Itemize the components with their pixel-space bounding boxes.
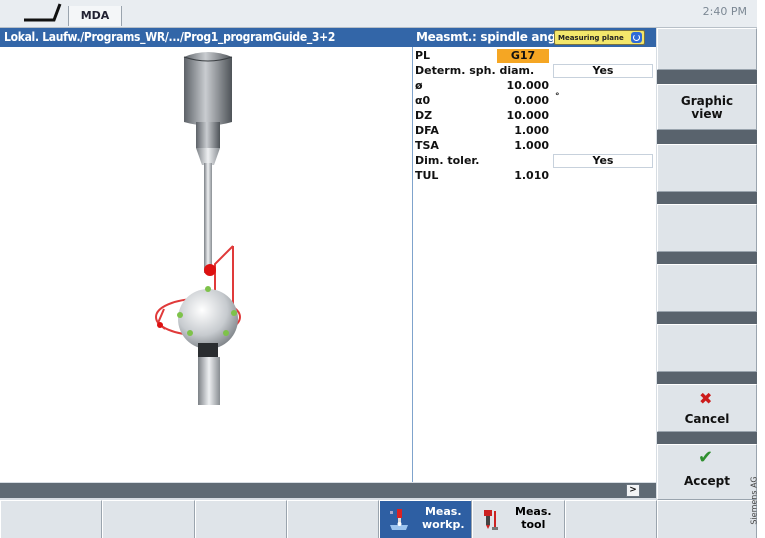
param-label: ø [415, 79, 423, 92]
softkey-separator [657, 130, 757, 144]
softkey-separator [657, 432, 757, 444]
param-row-tul: TUL 1.010 [413, 169, 656, 183]
meas-tool-button[interactable]: Meas. tool [472, 500, 565, 538]
clock: 2:40 PM [702, 5, 747, 18]
probe-holder [183, 52, 233, 273]
param-label: α0 [415, 94, 431, 107]
softkey-separator [657, 312, 757, 324]
softkey-bottom-7[interactable] [565, 500, 657, 538]
reference-point [157, 322, 163, 328]
param-label: Dim. toler. [415, 154, 480, 167]
tsa-field[interactable]: 1.000 [497, 139, 549, 153]
param-row-pl: PL G17 [413, 49, 656, 63]
calibration-sphere [178, 289, 238, 349]
softkey-right-6[interactable] [657, 324, 757, 372]
param-row-dz: DZ 10.000 [413, 109, 656, 123]
meas-tool-label: Meas. tool [515, 505, 552, 531]
hmi-screen: MDA 2:40 PM Lokal. Laufw./Programs_WR/..… [0, 0, 757, 538]
workpiece-probe-icon [390, 509, 408, 530]
softkey-separator [657, 252, 757, 264]
softkey-right-1[interactable] [657, 28, 757, 70]
sphere-stem [198, 343, 220, 405]
softkey-bottom-1[interactable] [0, 500, 102, 538]
cancel-label: Cancel [684, 412, 730, 426]
toggle-icon[interactable] [630, 32, 642, 43]
softkey-bottom-3[interactable] [195, 500, 287, 538]
meas-workpiece-label: Meas. workp. [422, 505, 465, 531]
cancel-icon: ✖ [699, 389, 713, 408]
accept-button[interactable]: ✔ Accept [657, 444, 757, 500]
tool-probe-icon [484, 510, 498, 530]
probe-illustration [155, 52, 241, 405]
param-label: TSA [415, 139, 439, 152]
dz-field[interactable]: 10.000 [497, 109, 549, 123]
softkey-bottom-4[interactable] [287, 500, 379, 538]
param-label: DFA [415, 124, 439, 137]
plane-value-field[interactable]: G17 [497, 49, 549, 63]
alpha-field[interactable]: 0.000 [497, 94, 549, 108]
softkey-separator [657, 192, 757, 204]
graphic-view-button[interactable]: Graphic view [657, 84, 757, 130]
tul-field[interactable]: 1.010 [497, 169, 549, 183]
param-row-sphere-diameter: Determ. sph. diam. Yes [413, 64, 656, 78]
param-label: TUL [415, 169, 439, 182]
diameter-field[interactable]: 10.000 [497, 79, 549, 93]
param-row-diameter: ø 10.000 [413, 79, 656, 93]
program-path: Lokal. Laufw./Programs_WR/.../Prog1_prog… [0, 28, 412, 47]
determ-diameter-toggle[interactable]: Yes [553, 64, 653, 78]
image-credit: Siemens AG [750, 470, 765, 538]
param-row-alpha: α0 0.000 ° [413, 92, 656, 108]
parameter-panel: PL G17 Determ. sph. diam. Yes ø 10.000 α… [413, 47, 656, 482]
credit-text: Siemens AG [749, 476, 759, 525]
softkey-separator [657, 372, 757, 384]
param-label: PL [415, 49, 431, 62]
softkey-right-5[interactable] [657, 264, 757, 312]
param-row-dfa: DFA 1.000 [413, 124, 656, 138]
dim-toler-toggle[interactable]: Yes [553, 154, 653, 168]
meas-workpiece-button[interactable]: Meas. workp. [379, 500, 472, 538]
status-bar [0, 483, 656, 498]
param-row-tsa: TSA 1.000 [413, 139, 656, 153]
measuring-plane-button[interactable]: Measuring plane [554, 30, 645, 45]
mode-tab-mda[interactable]: MDA [68, 6, 122, 26]
softkey-bottom-8[interactable] [657, 500, 757, 538]
probe-graphic [0, 47, 413, 482]
probe-tip-point [204, 264, 216, 276]
siemens-logo-icon [24, 3, 62, 22]
checkmark-icon: ✔ [698, 447, 714, 468]
softkey-bottom-2[interactable] [102, 500, 195, 538]
top-bar: MDA 2:40 PM [0, 0, 757, 28]
cancel-button[interactable]: ✖ Cancel [657, 384, 757, 432]
measuring-plane-label: Measuring plane [558, 34, 624, 42]
graphic-view-label: Graphic view [680, 94, 734, 121]
param-row-dim-toler: Dim. toler. Yes [413, 154, 656, 168]
param-label: DZ [415, 109, 433, 122]
softkey-right-3[interactable] [657, 144, 757, 192]
softkey-separator [657, 70, 757, 84]
param-label: Determ. sph. diam. [415, 64, 535, 77]
accept-label: Accept [684, 474, 730, 488]
degree-unit: ° [555, 92, 560, 102]
softkey-right-4[interactable] [657, 204, 757, 252]
dfa-field[interactable]: 1.000 [497, 124, 549, 138]
scroll-right-button[interactable]: > [626, 484, 640, 497]
